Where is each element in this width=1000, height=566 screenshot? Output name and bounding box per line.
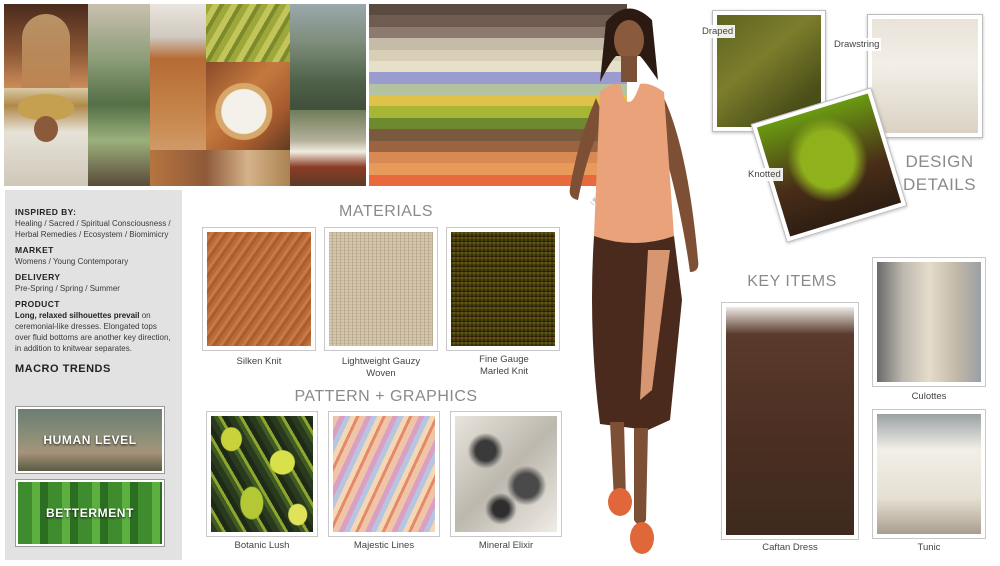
- detail-draped-label: Draped: [700, 25, 736, 38]
- materials-title: MATERIALS: [339, 203, 433, 220]
- runway-model-illustration: [569, 8, 699, 554]
- mineral-elixir-swatch: [455, 416, 557, 532]
- material-silken-knit-label: Silken Knit: [236, 356, 282, 367]
- key-item-culottes[interactable]: [872, 257, 986, 387]
- market-heading: MARKET: [15, 245, 54, 255]
- delivery-heading: DELIVERY: [15, 272, 61, 282]
- detail-knotted-label: Knotted: [746, 168, 783, 181]
- key-item-caftan-dress[interactable]: [721, 302, 859, 540]
- pattern-botanic-lush-label: Botanic Lush: [234, 540, 290, 551]
- trend-human-level[interactable]: HUMAN LEVEL: [16, 407, 164, 473]
- collage-herbs-mortar-photo: [206, 62, 290, 152]
- macro-trends-heading: MACRO TRENDS: [15, 363, 111, 375]
- trend-betterment-label: BETTERMENT: [46, 506, 134, 520]
- collage-botanic-window-photo: [88, 4, 150, 186]
- pattern-mineral-elixir-label: Mineral Elixir: [478, 540, 534, 551]
- drawstring-detail-photo: [872, 19, 978, 133]
- culottes-photo: [877, 262, 981, 382]
- info-panel: INSPIRED BY: Healing / Sacred / Spiritua…: [5, 190, 182, 560]
- delivery-text: Pre-Spring / Spring / Summer: [15, 284, 120, 293]
- key-item-culottes-label: Culottes: [911, 391, 947, 402]
- inspired-by-heading: INSPIRED BY:: [15, 207, 77, 217]
- collage-leaf-pattern-photo: [206, 4, 290, 66]
- key-items-title: KEY ITEMS: [747, 273, 837, 290]
- majestic-lines-swatch: [333, 416, 435, 532]
- patterns-title: PATTERN + GRAPHICS: [294, 388, 478, 405]
- pattern-majestic-lines-label: Majestic Lines: [353, 540, 415, 551]
- design-details-title: DESIGN DETAILS: [903, 150, 976, 196]
- tunic-photo: [877, 414, 981, 534]
- design-details-title-line2: DETAILS: [903, 175, 977, 194]
- design-details-title-line1: DESIGN: [905, 152, 974, 171]
- product-text: Long, relaxed silhouettes prevail on cer…: [15, 310, 174, 354]
- marled-knit-swatch: [451, 232, 555, 346]
- key-item-tunic[interactable]: [872, 409, 986, 539]
- collage-mountain-temple-photo: [290, 110, 366, 186]
- knotted-detail-photo: [756, 93, 902, 237]
- botanic-lush-swatch: [211, 416, 313, 532]
- detail-drawstring-label: Drawstring: [832, 38, 882, 51]
- inspired-by-text: Healing / Sacred / Spiritual Consciousne…: [15, 219, 171, 239]
- material-gauzy-woven[interactable]: [324, 227, 438, 351]
- gauzy-woven-swatch: [329, 232, 433, 346]
- trend-human-level-label: HUMAN LEVEL: [43, 433, 137, 447]
- trend-betterment[interactable]: BETTERMENT: [16, 480, 164, 546]
- caftan-dress-photo: [726, 307, 854, 535]
- collage-rock-carving-photo: [290, 4, 366, 116]
- product-heading: PRODUCT: [15, 299, 60, 309]
- collage-hat-model-photo: [4, 88, 88, 186]
- pattern-botanic-lush[interactable]: [206, 411, 318, 537]
- material-marled-knit[interactable]: [446, 227, 560, 351]
- product-lead: Long, relaxed silhouettes prevail: [15, 311, 140, 320]
- collage-fabric-photo: [150, 150, 290, 186]
- market-text: Womens / Young Contemporary: [15, 257, 129, 266]
- pattern-majestic-lines[interactable]: [328, 411, 440, 537]
- pattern-mineral-elixir[interactable]: [450, 411, 562, 537]
- detail-drawstring-card[interactable]: [867, 14, 983, 138]
- key-item-tunic-label: Tunic: [917, 542, 941, 553]
- material-silken-knit[interactable]: [202, 227, 316, 351]
- material-marled-knit-label: Fine Gauge Marled Knit: [479, 354, 529, 377]
- material-gauzy-woven-label: Lightweight Gauzy Woven: [341, 356, 421, 379]
- key-item-caftan-dress-label: Caftan Dress: [762, 542, 818, 553]
- silken-knit-swatch: [207, 232, 311, 346]
